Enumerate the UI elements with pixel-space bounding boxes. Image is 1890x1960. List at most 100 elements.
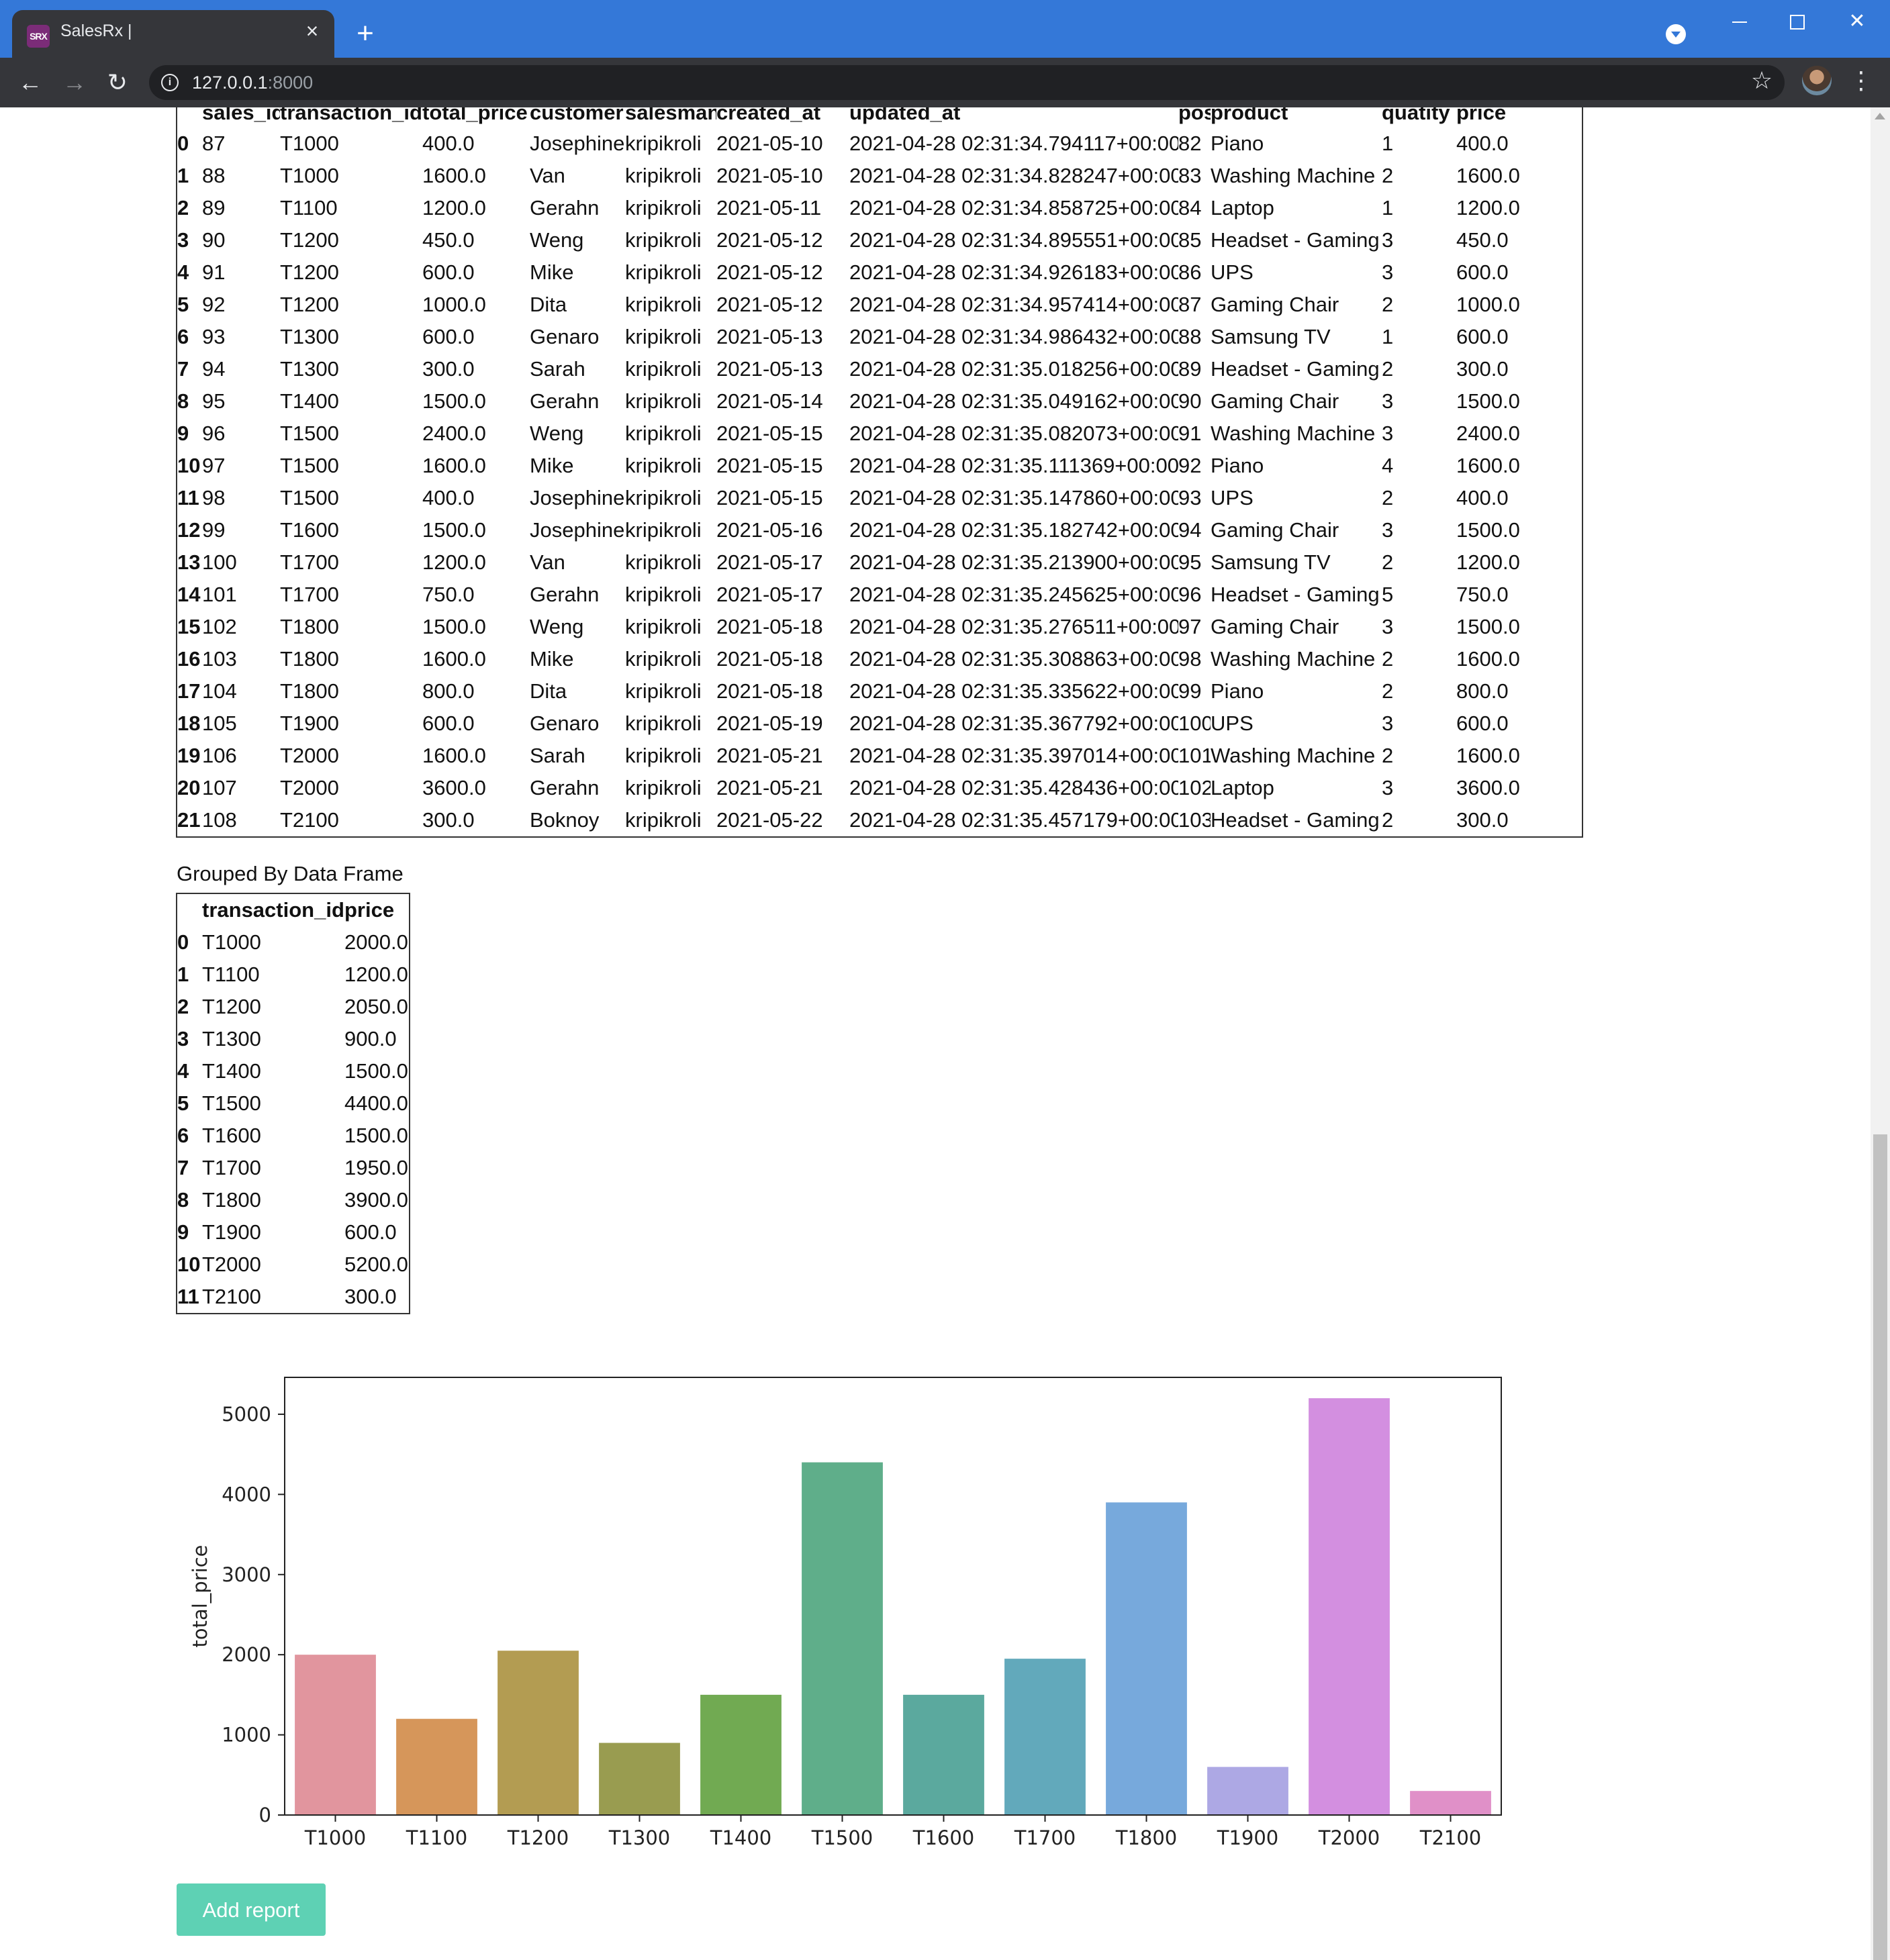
close-window-icon[interactable]: ✕ xyxy=(1837,7,1877,36)
table-cell: UPS xyxy=(1211,486,1254,509)
table-cell: kripikroli xyxy=(625,647,702,671)
table-cell: 2021-04-28 02:31:35.182742+00:00 xyxy=(849,518,1178,542)
table-cell: 3600.0 xyxy=(422,776,486,799)
table-cell: kripikroli xyxy=(625,615,702,638)
favicon-icon: SRX xyxy=(27,25,50,48)
column-header: quatity xyxy=(1382,107,1450,124)
table-row: 7 94 T1300 300.0 Sarah kripikroli 2021-05-13 20… xyxy=(177,353,1582,385)
table-cell: T1200 xyxy=(202,995,261,1018)
table-cell: 92 xyxy=(202,293,226,316)
table-cell: 1 xyxy=(1382,132,1394,155)
kebab-menu-icon[interactable]: ⋮ xyxy=(1849,64,1873,97)
x-tick-label: T1600 xyxy=(912,1826,975,1849)
table-cell: Weng xyxy=(530,422,584,445)
table-cell: Mike xyxy=(530,647,574,671)
add-report-button[interactable]: Add report xyxy=(177,1883,326,1936)
table-cell: 99 xyxy=(1178,679,1202,703)
table-cell: T1000 xyxy=(280,164,339,187)
scrollbar-thumb[interactable] xyxy=(1873,1134,1887,1960)
table-cell: 2021-04-28 02:31:34.986432+00:00 xyxy=(849,325,1178,348)
table-cell: Mike xyxy=(530,454,574,477)
table-cell: kripikroli xyxy=(625,293,702,316)
table-row: 20 107 T2000 3600.0 Gerahn kripikroli 2021-05-… xyxy=(177,772,1582,804)
row-index: 5 xyxy=(177,1091,189,1115)
forward-arrow-icon[interactable]: → xyxy=(59,67,90,98)
table-cell: kripikroli xyxy=(625,744,702,767)
table-cell: Van xyxy=(530,550,565,574)
table-cell: T1200 xyxy=(280,228,339,252)
table-cell: 3 xyxy=(1382,776,1394,799)
table-cell: kripikroli xyxy=(625,486,702,509)
row-index: 2 xyxy=(177,196,189,219)
vertical-scrollbar[interactable] xyxy=(1871,107,1890,1960)
table-cell: kripikroli xyxy=(625,357,702,381)
reload-icon[interactable]: ↻ xyxy=(102,67,133,98)
table-cell: kripikroli xyxy=(625,164,702,187)
table-cell: T1100 xyxy=(280,196,338,219)
tab-title: SalesRx | xyxy=(60,21,132,40)
table-cell: kripikroli xyxy=(625,196,702,219)
address-bar[interactable]: i 127.0.0.1:8000 xyxy=(149,65,1785,100)
table-cell: Josephine xyxy=(530,518,625,542)
table-row: 0 87 T1000 400.0 Josephine kripikroli 2021-05-… xyxy=(177,128,1582,160)
table-cell: 2 xyxy=(1382,744,1394,767)
table-cell: 85 xyxy=(1178,228,1202,252)
table-cell: Genaro xyxy=(530,712,600,735)
table-cell: 600.0 xyxy=(1456,260,1509,284)
table-cell: Laptop xyxy=(1211,776,1274,799)
close-tab-icon[interactable]: × xyxy=(301,19,324,42)
table-cell: 400.0 xyxy=(1456,132,1509,155)
bar-T2000 xyxy=(1309,1398,1390,1815)
row-index: 2 xyxy=(177,995,189,1018)
profile-avatar[interactable] xyxy=(1802,66,1832,95)
table-cell: Piano xyxy=(1211,679,1264,703)
table-cell: 103 xyxy=(1178,808,1211,832)
row-index: 21 xyxy=(177,808,201,832)
info-icon[interactable]: i xyxy=(161,74,179,91)
table-cell: 1000.0 xyxy=(1456,293,1520,316)
table-cell: 1600.0 xyxy=(1456,744,1520,767)
table-cell: 300.0 xyxy=(422,808,475,832)
x-tick-label: T1900 xyxy=(1217,1826,1279,1849)
table-cell: Gerahn xyxy=(530,583,600,606)
back-arrow-icon[interactable]: ← xyxy=(15,67,46,98)
table-cell: 2021-04-28 02:31:35.276511+00:00 xyxy=(849,615,1178,638)
table-cell: kripikroli xyxy=(625,808,702,832)
x-tick-label: T1100 xyxy=(406,1826,468,1849)
table-cell: T1000 xyxy=(202,930,261,954)
table-cell: 108 xyxy=(202,808,237,832)
table-cell: T1300 xyxy=(202,1027,261,1050)
maximize-icon[interactable] xyxy=(1777,7,1817,36)
table-cell: 92 xyxy=(1178,454,1202,477)
table-cell: 1600.0 xyxy=(1456,164,1520,187)
table-cell: T1500 xyxy=(280,422,339,445)
table-cell: 2 xyxy=(1382,293,1394,316)
url-text[interactable]: 127.0.0.1:8000 xyxy=(192,72,313,93)
row-index: 0 xyxy=(177,132,189,155)
bookmark-star-icon[interactable]: ☆ xyxy=(1746,64,1778,97)
table-cell: 600.0 xyxy=(422,260,475,284)
table-row: 17 104 T1800 800.0 Dita kripikroli 2021-05-18 2… xyxy=(177,675,1582,707)
table-header-row: sales_id transaction_id total_price custome… xyxy=(177,107,1582,128)
table-cell: 2021-05-18 xyxy=(716,647,823,671)
table-cell: 2400.0 xyxy=(1456,422,1520,445)
table-cell: 2 xyxy=(1382,679,1394,703)
new-tab-icon[interactable]: + xyxy=(350,19,380,50)
table-cell: 2021-04-28 02:31:35.213900+00:00 xyxy=(849,550,1178,574)
table-cell: Boknoy xyxy=(530,808,600,832)
table-row: 8 T1800 3900.0 xyxy=(177,1184,410,1216)
minimize-icon[interactable] xyxy=(1719,7,1759,36)
row-index: 8 xyxy=(177,1188,189,1212)
column-header: salesman xyxy=(625,107,716,124)
tab-search-icon[interactable] xyxy=(1666,24,1686,44)
table-cell: 87 xyxy=(202,132,226,155)
table-row: 2 T1200 2050.0 xyxy=(177,991,410,1023)
table-cell: 97 xyxy=(1178,615,1202,638)
table-cell: kripikroli xyxy=(625,550,702,574)
table-cell: 450.0 xyxy=(1456,228,1509,252)
table-cell: 1500.0 xyxy=(344,1124,408,1147)
table-cell: 106 xyxy=(202,744,237,767)
scroll-up-arrow-icon[interactable] xyxy=(1875,113,1885,119)
table-cell: 3600.0 xyxy=(1456,776,1520,799)
browser-tab[interactable]: SRX SalesRx | × xyxy=(12,10,334,58)
